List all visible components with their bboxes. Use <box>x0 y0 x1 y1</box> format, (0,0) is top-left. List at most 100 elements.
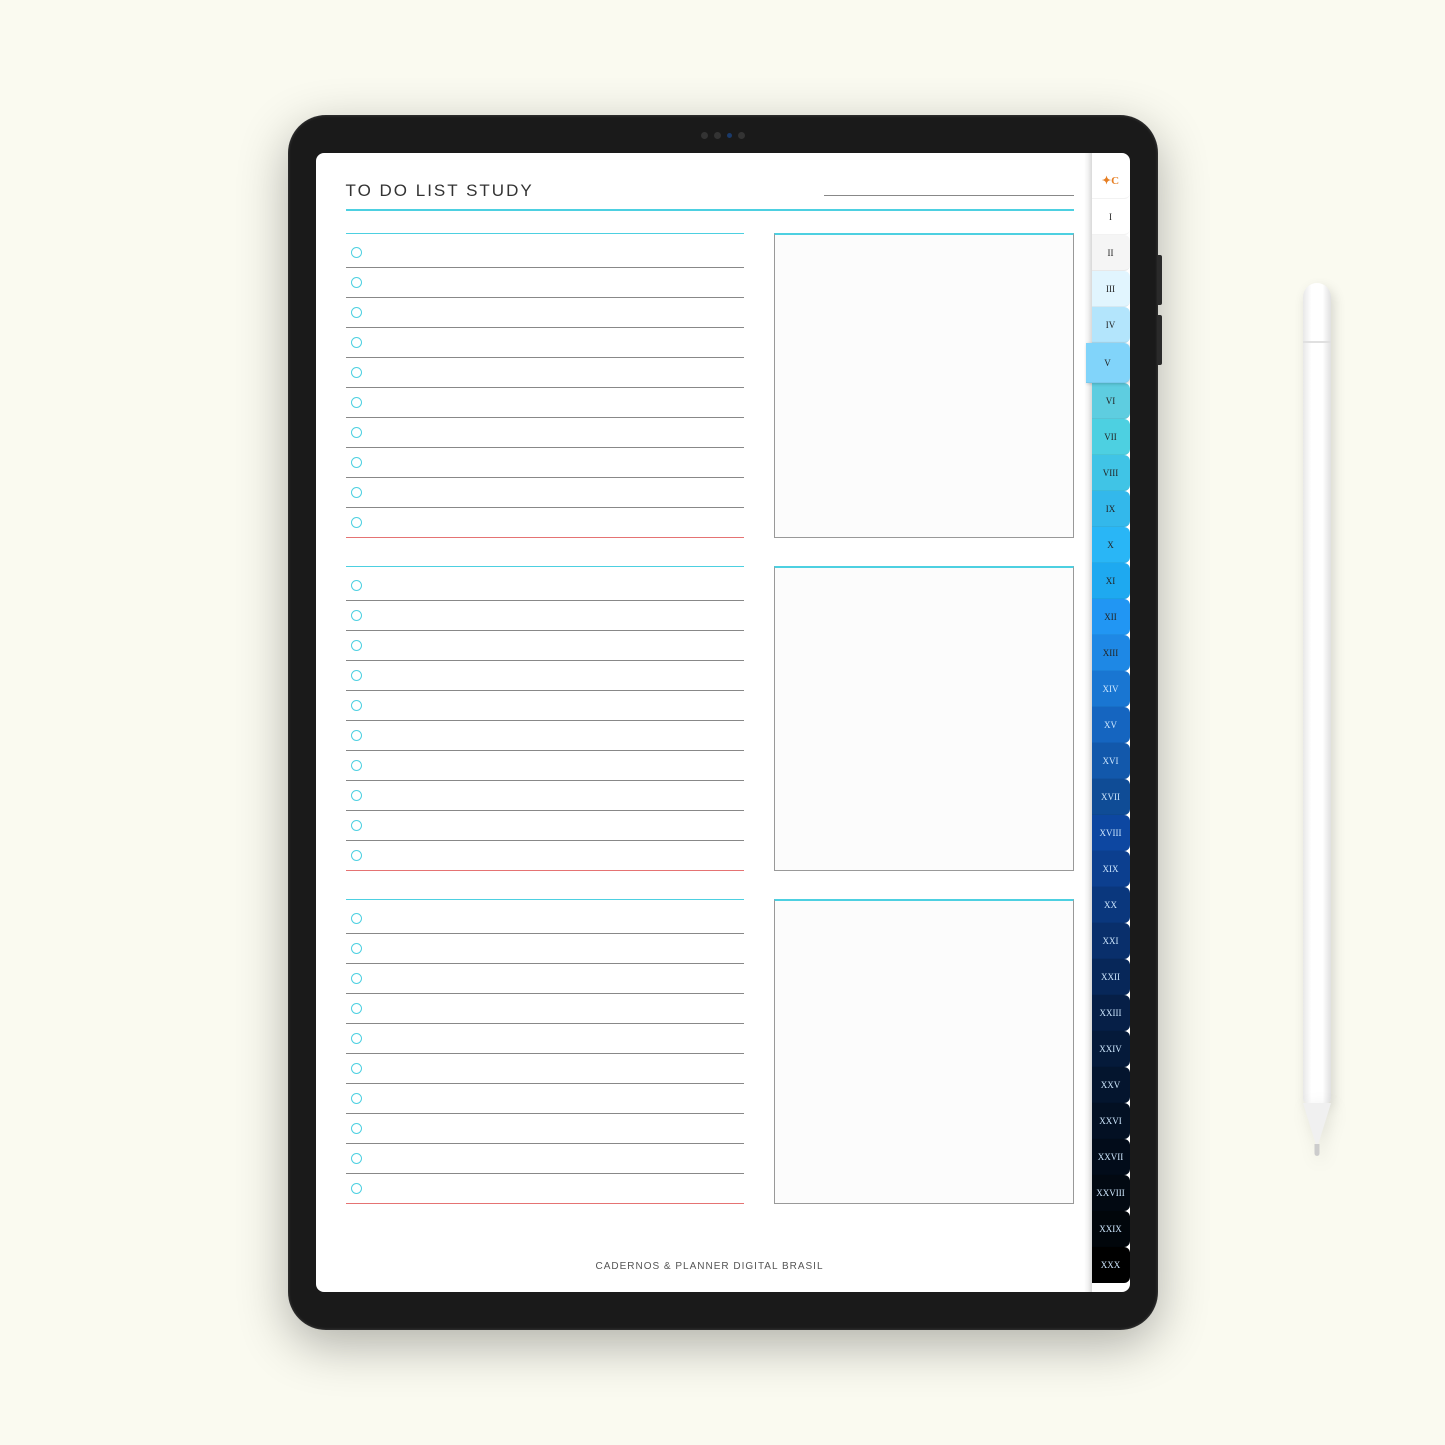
checkbox-circle-icon[interactable] <box>351 700 362 711</box>
tab-section[interactable]: II <box>1092 235 1130 271</box>
todo-item[interactable] <box>346 388 744 418</box>
tab-section[interactable]: XXI <box>1092 923 1130 959</box>
checkbox-circle-icon[interactable] <box>351 1153 362 1164</box>
todo-item[interactable] <box>346 508 744 538</box>
tab-section[interactable]: XXVI <box>1092 1103 1130 1139</box>
volume-up-button[interactable] <box>1158 255 1162 305</box>
todo-item[interactable] <box>346 418 744 448</box>
todo-item[interactable] <box>346 328 744 358</box>
todo-item[interactable] <box>346 478 744 508</box>
tab-section[interactable]: IV <box>1092 307 1130 343</box>
todo-item[interactable] <box>346 1084 744 1114</box>
tab-section[interactable]: VI <box>1092 383 1130 419</box>
checkbox-circle-icon[interactable] <box>351 367 362 378</box>
todo-item[interactable] <box>346 781 744 811</box>
tab-section[interactable]: I <box>1092 199 1130 235</box>
todo-item[interactable] <box>346 601 744 631</box>
tab-section[interactable]: X <box>1092 527 1130 563</box>
apple-pencil[interactable] <box>1303 283 1331 1163</box>
todo-item[interactable] <box>346 964 744 994</box>
todo-item[interactable] <box>346 268 744 298</box>
volume-down-button[interactable] <box>1158 315 1162 365</box>
checkbox-circle-icon[interactable] <box>351 1183 362 1194</box>
checkbox-circle-icon[interactable] <box>351 820 362 831</box>
tab-section[interactable]: XI <box>1092 563 1130 599</box>
tab-section[interactable]: XX <box>1092 887 1130 923</box>
checkbox-circle-icon[interactable] <box>351 337 362 348</box>
tab-section[interactable]: IX <box>1092 491 1130 527</box>
checkbox-circle-icon[interactable] <box>351 1063 362 1074</box>
tab-section[interactable]: XXIV <box>1092 1031 1130 1067</box>
tab-section[interactable]: XXIX <box>1092 1211 1130 1247</box>
todo-item[interactable] <box>346 934 744 964</box>
checkbox-circle-icon[interactable] <box>351 850 362 861</box>
todo-item[interactable] <box>346 841 744 871</box>
todo-item[interactable] <box>346 721 744 751</box>
tab-section[interactable]: XII <box>1092 599 1130 635</box>
checkbox-circle-icon[interactable] <box>351 307 362 318</box>
tab-section[interactable]: XXX <box>1092 1247 1130 1283</box>
tab-section[interactable]: III <box>1092 271 1130 307</box>
tab-section[interactable]: XVI <box>1092 743 1130 779</box>
checkbox-circle-icon[interactable] <box>351 1093 362 1104</box>
checkbox-circle-icon[interactable] <box>351 913 362 924</box>
checkbox-circle-icon[interactable] <box>351 580 362 591</box>
notes-box[interactable] <box>774 233 1074 538</box>
checkbox-circle-icon[interactable] <box>351 943 362 954</box>
todo-item[interactable] <box>346 1144 744 1174</box>
todo-item[interactable] <box>346 904 744 934</box>
date-input-line[interactable] <box>824 195 1074 196</box>
todo-item[interactable] <box>346 751 744 781</box>
todo-item[interactable] <box>346 631 744 661</box>
todo-item[interactable] <box>346 661 744 691</box>
checkbox-circle-icon[interactable] <box>351 427 362 438</box>
todo-item[interactable] <box>346 238 744 268</box>
checkbox-circle-icon[interactable] <box>351 487 362 498</box>
todo-item[interactable] <box>346 994 744 1024</box>
checkbox-circle-icon[interactable] <box>351 457 362 468</box>
todo-item[interactable] <box>346 811 744 841</box>
checkbox-circle-icon[interactable] <box>351 973 362 984</box>
checkbox-circle-icon[interactable] <box>351 397 362 408</box>
tab-section[interactable]: XV <box>1092 707 1130 743</box>
checkbox-circle-icon[interactable] <box>351 790 362 801</box>
todo-item[interactable] <box>346 571 744 601</box>
tab-section[interactable]: XXVIII <box>1092 1175 1130 1211</box>
checkbox-circle-icon[interactable] <box>351 1033 362 1044</box>
tab-section[interactable]: XXV <box>1092 1067 1130 1103</box>
checkbox-circle-icon[interactable] <box>351 1003 362 1014</box>
todo-item[interactable] <box>346 1024 744 1054</box>
checkbox-circle-icon[interactable] <box>351 277 362 288</box>
todo-item[interactable] <box>346 691 744 721</box>
todo-item[interactable] <box>346 358 744 388</box>
tab-home-logo[interactable]: ✦C <box>1092 163 1130 199</box>
checkbox-circle-icon[interactable] <box>351 640 362 651</box>
tab-section[interactable]: XXVII <box>1092 1139 1130 1175</box>
todo-item[interactable] <box>346 1174 744 1204</box>
todo-item[interactable] <box>346 1114 744 1144</box>
checkbox-circle-icon[interactable] <box>351 760 362 771</box>
todo-item[interactable] <box>346 1054 744 1084</box>
tab-section[interactable]: XIV <box>1092 671 1130 707</box>
checkbox-circle-icon[interactable] <box>351 610 362 621</box>
notes-box[interactable] <box>774 899 1074 1204</box>
checkbox-circle-icon[interactable] <box>351 1123 362 1134</box>
todo-item[interactable] <box>346 298 744 328</box>
checkbox-circle-icon[interactable] <box>351 517 362 528</box>
tab-section[interactable]: XVII <box>1092 779 1130 815</box>
tab-label: XVI <box>1103 756 1119 766</box>
checkbox-circle-icon[interactable] <box>351 730 362 741</box>
tab-section[interactable]: XXII <box>1092 959 1130 995</box>
checkbox-circle-icon[interactable] <box>351 670 362 681</box>
todo-item[interactable] <box>346 448 744 478</box>
tab-section[interactable]: XXIII <box>1092 995 1130 1031</box>
tab-section[interactable]: V <box>1086 343 1130 383</box>
tab-section[interactable]: XIII <box>1092 635 1130 671</box>
tab-section[interactable]: VII <box>1092 419 1130 455</box>
notes-box[interactable] <box>774 566 1074 871</box>
tab-section[interactable]: XIX <box>1092 851 1130 887</box>
checkbox-circle-icon[interactable] <box>351 247 362 258</box>
tab-section[interactable]: VIII <box>1092 455 1130 491</box>
planner-page[interactable]: TO DO LIST STUDY CADERNOS & PLANNER DIGI… <box>316 153 1092 1292</box>
tab-section[interactable]: XVIII <box>1092 815 1130 851</box>
